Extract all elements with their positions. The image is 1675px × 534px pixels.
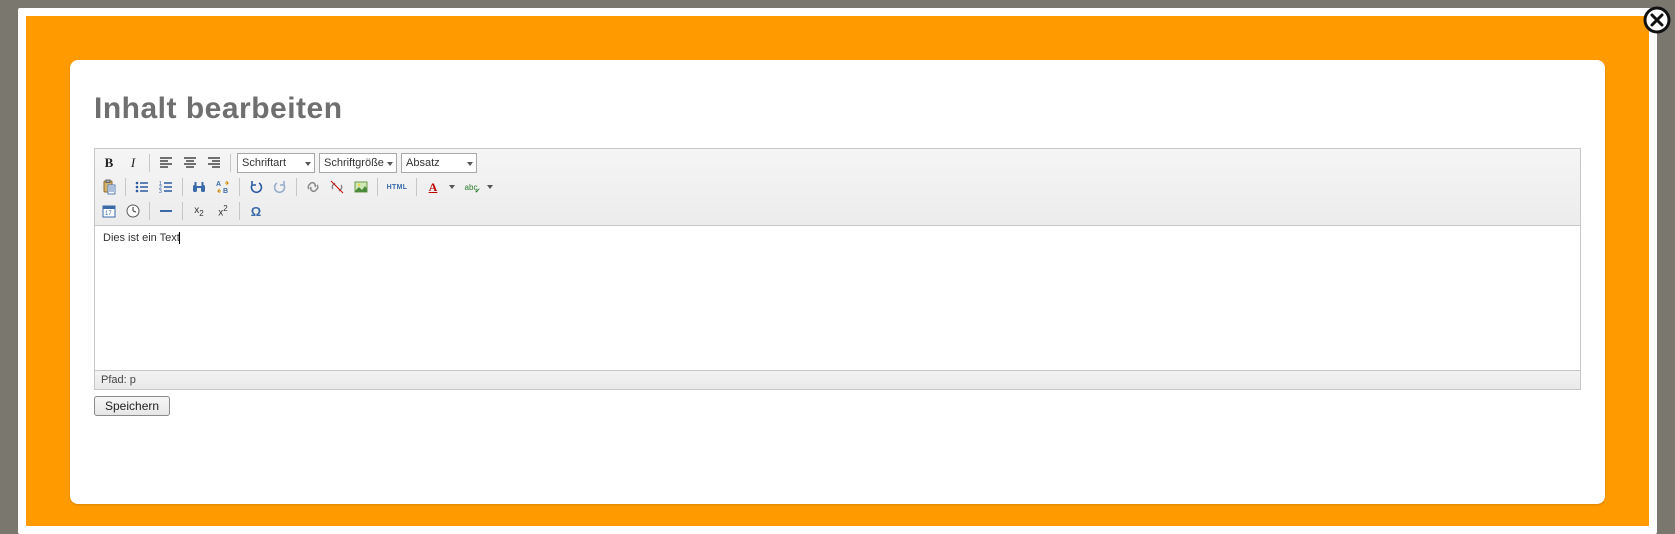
- block-format-label: Absatz: [406, 157, 440, 169]
- paste-button[interactable]: [99, 177, 119, 197]
- svg-text:A: A: [216, 181, 221, 188]
- font-family-label: Schriftart: [242, 157, 286, 169]
- separator: [296, 178, 297, 196]
- bullet-list-icon: [134, 179, 150, 195]
- save-button[interactable]: Speichern: [94, 396, 170, 416]
- modal-dialog: Inhalt bearbeiten B I: [18, 8, 1657, 534]
- bold-button[interactable]: B: [99, 153, 119, 173]
- horizontal-rule-button[interactable]: [156, 201, 176, 221]
- text-color-icon: A: [429, 180, 438, 195]
- svg-text:3: 3: [159, 189, 162, 195]
- separator: [239, 202, 240, 220]
- align-left-icon: [158, 155, 174, 171]
- subscript-button[interactable]: x2: [189, 201, 209, 221]
- italic-button[interactable]: I: [123, 153, 143, 173]
- numbered-list-icon: 1 2 3: [158, 179, 174, 195]
- toolbar-row-3: 17: [99, 199, 1576, 223]
- align-center-icon: [182, 155, 198, 171]
- toolbar-row-1: B I Schriftart: [99, 151, 1576, 175]
- special-char-button[interactable]: Ω: [246, 201, 266, 221]
- separator: [182, 202, 183, 220]
- close-button[interactable]: [1643, 6, 1671, 34]
- replace-button[interactable]: A B: [213, 177, 233, 197]
- close-icon: [1643, 6, 1671, 34]
- font-size-select[interactable]: Schriftgröße: [319, 153, 397, 173]
- undo-button[interactable]: [246, 177, 266, 197]
- subscript-icon: x2: [194, 205, 203, 218]
- separator: [416, 178, 417, 196]
- spellcheck-icon: abc: [465, 183, 478, 192]
- image-icon: [353, 179, 369, 195]
- text-cursor: [179, 232, 180, 244]
- toolbar-row-2: 1 2 3: [99, 175, 1576, 199]
- numbered-list-button[interactable]: 1 2 3: [156, 177, 176, 197]
- path-display: Pfad: p: [101, 374, 136, 386]
- superscript-icon: x2: [218, 204, 227, 218]
- hr-icon: [158, 203, 174, 219]
- page-title: Inhalt bearbeiten: [94, 92, 1581, 126]
- spellcheck-button[interactable]: abc: [461, 177, 481, 197]
- editor-text: Dies ist ein Text: [103, 232, 180, 244]
- align-center-button[interactable]: [180, 153, 200, 173]
- separator: [149, 202, 150, 220]
- separator: [182, 178, 183, 196]
- undo-icon: [248, 179, 264, 195]
- align-left-button[interactable]: [156, 153, 176, 173]
- find-button[interactable]: [189, 177, 209, 197]
- unlink-icon: [329, 179, 345, 195]
- editor-content-area[interactable]: Dies ist ein Text: [95, 226, 1580, 370]
- editor-statusbar: Pfad: p: [95, 370, 1580, 389]
- find-replace-icon: A B: [215, 179, 231, 195]
- align-right-icon: [206, 155, 222, 171]
- html-icon: HTML: [387, 184, 408, 191]
- insert-date-button[interactable]: 17: [99, 201, 119, 221]
- separator: [239, 178, 240, 196]
- spellcheck-dropdown[interactable]: [485, 177, 495, 197]
- html-button[interactable]: HTML: [384, 177, 410, 197]
- bullet-list-button[interactable]: [132, 177, 152, 197]
- font-size-label: Schriftgröße: [324, 157, 384, 169]
- omega-icon: Ω: [251, 204, 261, 219]
- italic-icon: I: [131, 155, 135, 171]
- redo-icon: [272, 179, 288, 195]
- dialog-frame: Inhalt bearbeiten B I: [26, 16, 1649, 526]
- dialog-content: Inhalt bearbeiten B I: [70, 60, 1605, 504]
- svg-text:17: 17: [105, 211, 112, 217]
- align-right-button[interactable]: [204, 153, 224, 173]
- separator: [149, 154, 150, 172]
- text-color-dropdown[interactable]: [447, 177, 457, 197]
- editor-toolbar: B I Schriftart: [95, 149, 1580, 226]
- block-format-select[interactable]: Absatz: [401, 153, 477, 173]
- separator: [377, 178, 378, 196]
- paste-icon: [101, 179, 117, 195]
- image-button[interactable]: [351, 177, 371, 197]
- link-button[interactable]: [303, 177, 323, 197]
- clock-icon: [125, 203, 141, 219]
- superscript-button[interactable]: x2: [213, 201, 233, 221]
- separator: [125, 178, 126, 196]
- insert-time-button[interactable]: [123, 201, 143, 221]
- bold-icon: B: [105, 155, 114, 171]
- svg-text:B: B: [223, 188, 228, 195]
- unlink-button[interactable]: [327, 177, 347, 197]
- calendar-icon: 17: [101, 203, 117, 219]
- binoculars-icon: [191, 179, 207, 195]
- link-icon: [305, 179, 321, 195]
- separator: [230, 154, 231, 172]
- rich-text-editor: B I Schriftart: [94, 148, 1581, 390]
- font-family-select[interactable]: Schriftart: [237, 153, 315, 173]
- text-color-button[interactable]: A: [423, 177, 443, 197]
- redo-button[interactable]: [270, 177, 290, 197]
